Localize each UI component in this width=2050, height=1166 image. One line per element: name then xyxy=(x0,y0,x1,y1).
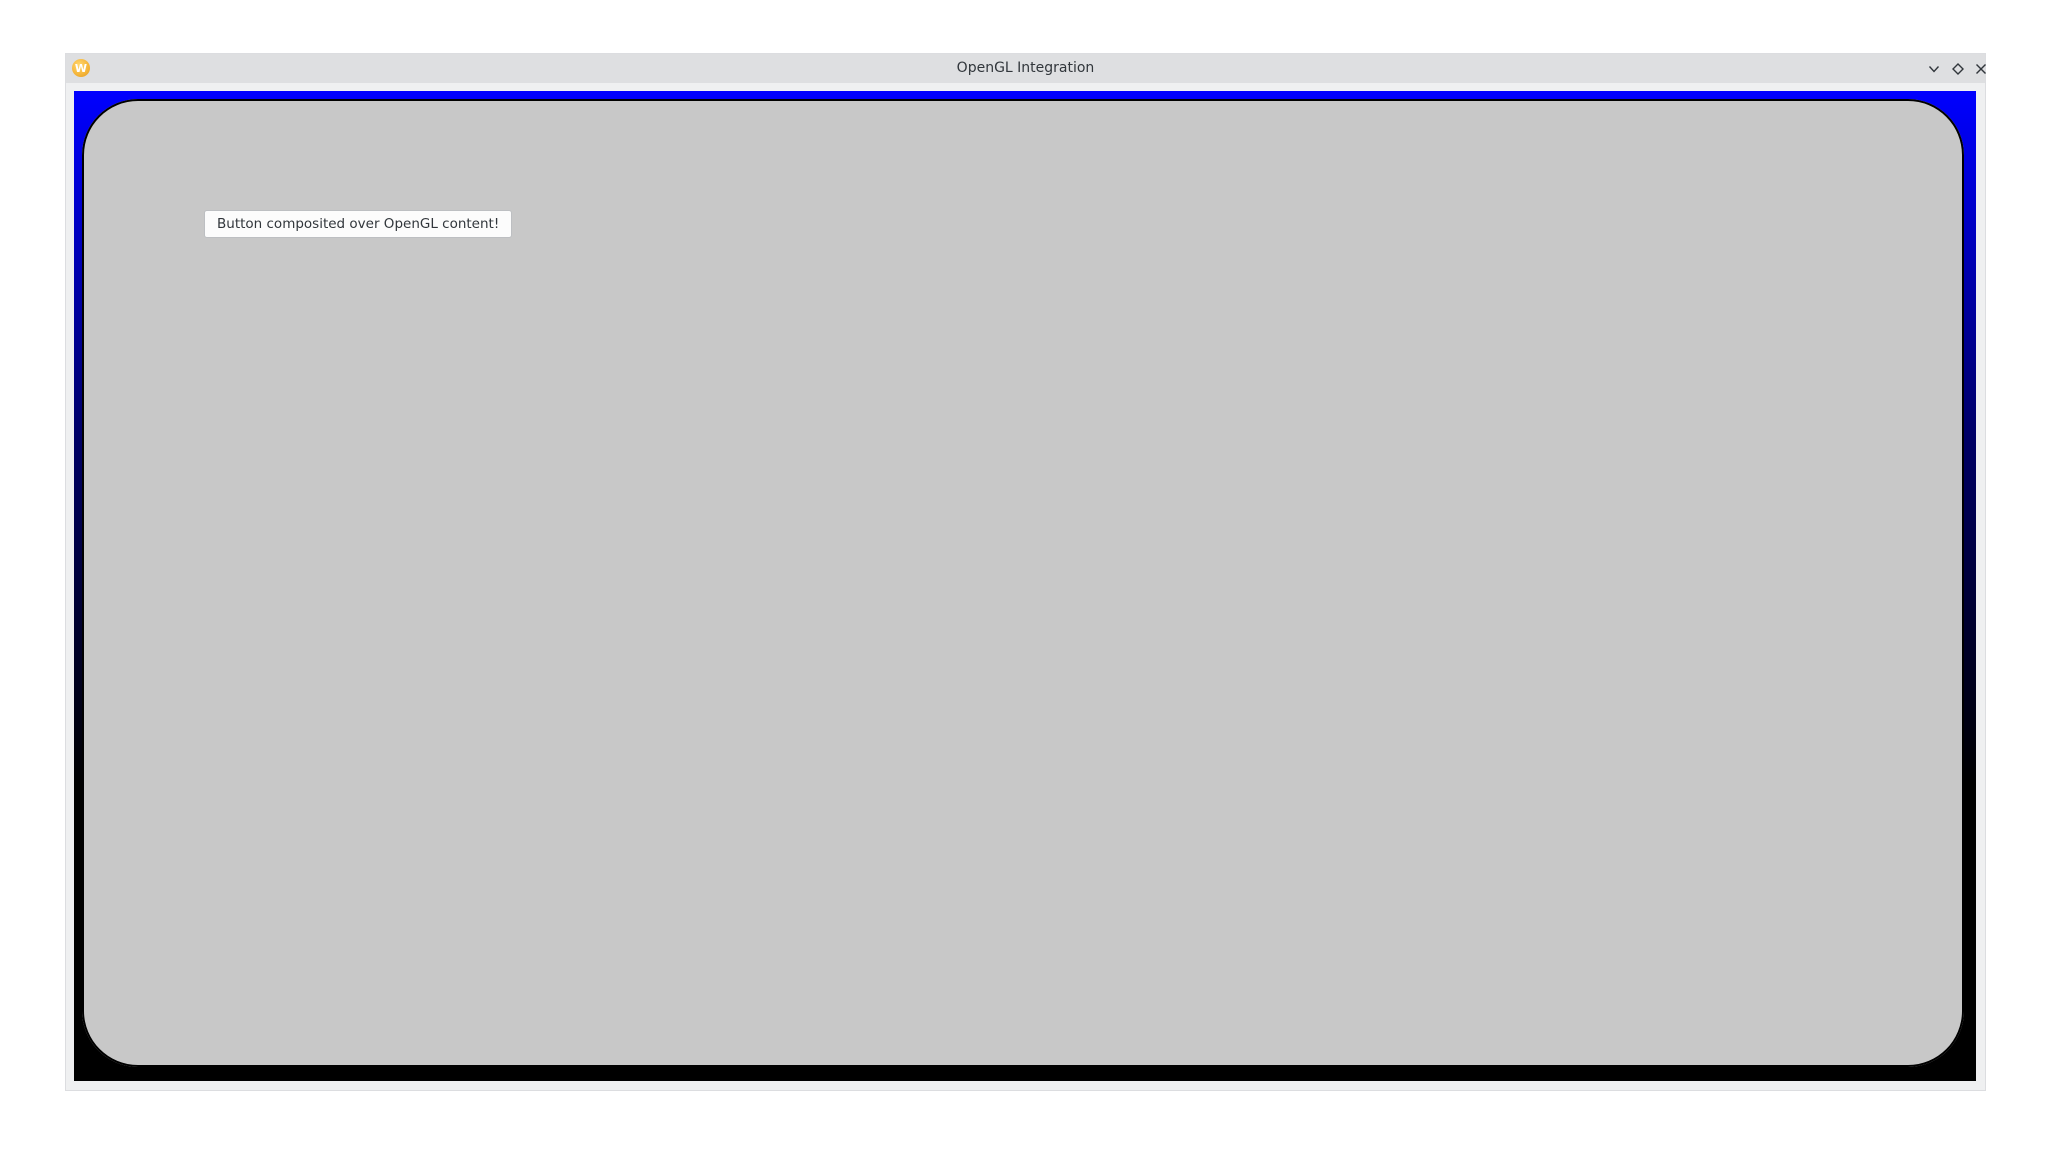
minimize-button[interactable] xyxy=(1923,58,1945,80)
window-title: OpenGL Integration xyxy=(956,60,1095,76)
maximize-button[interactable] xyxy=(1947,58,1969,80)
composited-button[interactable]: Button composited over OpenGL content! xyxy=(204,210,513,238)
close-button[interactable] xyxy=(1970,58,1992,80)
close-icon xyxy=(1976,64,1986,74)
opengl-rounded-panel xyxy=(82,99,1964,1067)
opengl-canvas[interactable] xyxy=(74,91,1976,1081)
chevron-down-icon xyxy=(1928,66,1940,73)
title-bar[interactable]: W OpenGL Integration xyxy=(66,54,1986,83)
app-window: W OpenGL Integration Button composited o… xyxy=(65,53,1986,1091)
diamond-icon xyxy=(1952,63,1964,75)
